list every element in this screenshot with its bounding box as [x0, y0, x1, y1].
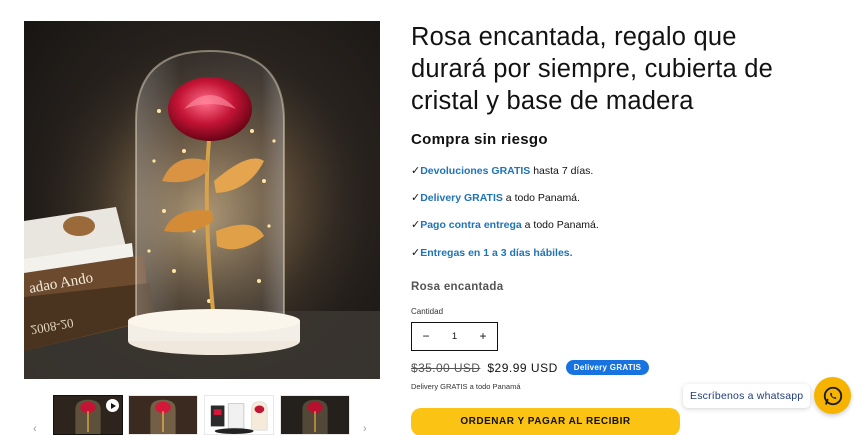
- benefit-text: a todo Panamá.: [521, 219, 599, 231]
- benefit-cash-on-delivery: ✓Pago contra entrega a todo Panamá.: [411, 218, 599, 232]
- thumbnail-next-arrow[interactable]: ›: [363, 423, 367, 435]
- check-icon: ✓: [411, 247, 421, 259]
- whatsapp-label[interactable]: Escríbenos a whatsapp: [683, 384, 811, 408]
- quantity-input[interactable]: 1: [440, 331, 469, 342]
- quantity-decrease-button[interactable]: −: [412, 323, 440, 350]
- rose-thumbnail-icon: [129, 396, 197, 434]
- order-pay-on-delivery-button[interactable]: ORDENAR Y PAGAR AL RECIBIR: [411, 408, 680, 435]
- rose-thumbnail-icon: [281, 396, 349, 434]
- thumbnail-strip: ‹ ›: [24, 395, 380, 435]
- check-icon: ✓: [411, 219, 421, 231]
- product-title: Rosa encantada, regalo que durará por si…: [411, 23, 773, 115]
- play-video-icon: [106, 399, 119, 412]
- quantity-increase-button[interactable]: +: [469, 323, 497, 350]
- quantity-stepper: − 1 +: [411, 322, 498, 351]
- check-icon: ✓: [411, 165, 421, 177]
- regular-price: $35.00 USD: [411, 360, 481, 375]
- benefit-highlight: Devoluciones GRATIS: [420, 165, 531, 177]
- product-main-image[interactable]: adao Ando 2008-20: [24, 21, 380, 379]
- check-icon: ✓: [411, 192, 421, 204]
- whatsapp-button[interactable]: [814, 377, 851, 414]
- benefit-returns: ✓Devoluciones GRATIS hasta 7 días.: [411, 164, 593, 178]
- benefit-delivery: ✓Delivery GRATIS a todo Panamá.: [411, 191, 580, 205]
- quantity-label: Cantidad: [411, 307, 444, 316]
- thumbnail-prev-arrow[interactable]: ‹: [33, 423, 37, 435]
- rose-box-thumbnail-icon: [205, 396, 273, 434]
- thumbnail-3[interactable]: [204, 395, 274, 435]
- delivery-note: Delivery GRATIS a todo Panamá: [411, 382, 521, 391]
- thumbnail-1[interactable]: [53, 395, 123, 435]
- whatsapp-icon: [823, 386, 842, 405]
- benefit-shipping-time: ✓Entregas en 1 a 3 días hábiles.: [411, 246, 573, 260]
- thumbnail-4[interactable]: [280, 395, 350, 435]
- delivery-badge: Delivery GRATIS: [565, 360, 650, 375]
- price-row: $35.00 USD $29.99 USD Delivery GRATIS: [411, 360, 650, 375]
- benefit-text: hasta 7 días.: [530, 165, 594, 177]
- sale-price: $29.99 USD: [487, 360, 558, 375]
- benefit-highlight: Entregas en 1 a 3 días hábiles.: [420, 247, 573, 259]
- benefit-highlight: Pago contra entrega: [420, 219, 522, 231]
- thumbnail-2[interactable]: [128, 395, 198, 435]
- benefit-highlight: Delivery GRATIS: [420, 192, 503, 204]
- benefit-text: a todo Panamá.: [502, 192, 580, 204]
- glass-dome-rose-photo: adao Ando 2008-20: [24, 21, 380, 379]
- variant-title: Rosa encantada: [411, 281, 504, 293]
- risk-free-heading: Compra sin riesgo: [411, 131, 548, 148]
